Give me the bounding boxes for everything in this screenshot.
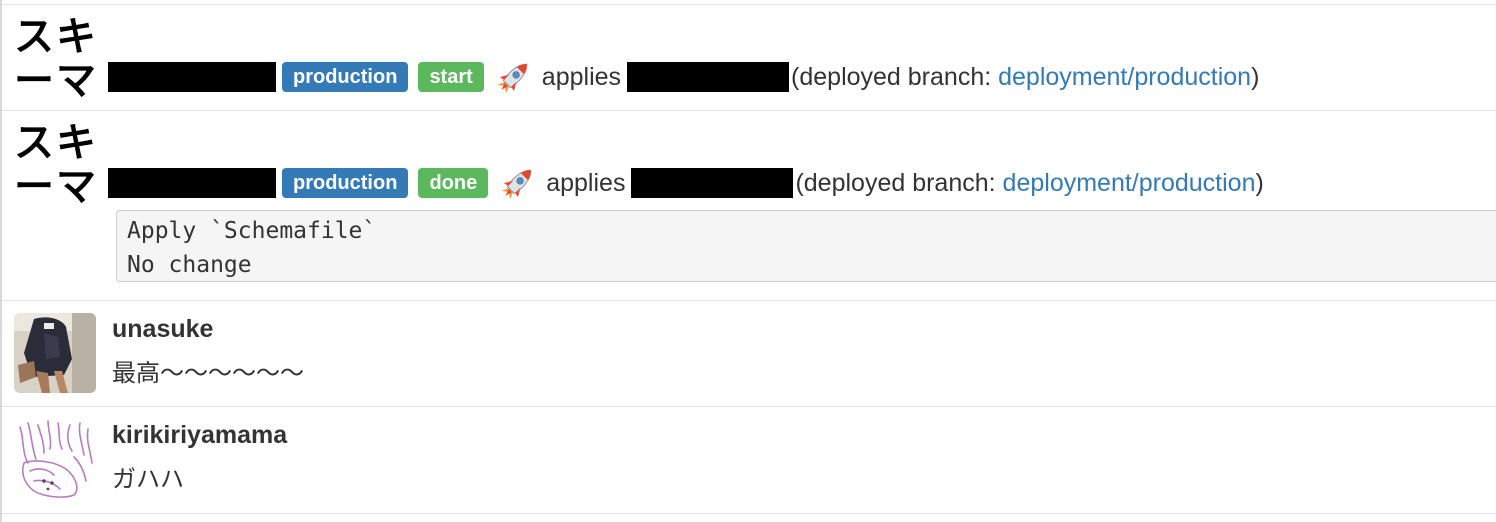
output-line: Apply `Schemafile` <box>127 218 377 244</box>
redacted-username <box>108 168 276 198</box>
message-deploy-done: スキ ーマ production done applies (deployed … <box>2 111 1496 301</box>
branch-link[interactable]: deployment/production <box>1003 169 1256 198</box>
user-photo-avatar <box>14 313 96 393</box>
rocket-icon <box>497 63 528 94</box>
output-line: No change <box>127 252 252 278</box>
bot-avatar[interactable]: スキ ーマ <box>14 121 104 211</box>
environment-badge: production <box>282 168 409 198</box>
deploy-message: production done applies (deployed branch… <box>108 165 1264 201</box>
message-deploy-start: スキ ーマ production start applies (deployed… <box>2 5 1496 111</box>
message-comment: unasuke 最高〜〜〜〜〜〜 <box>2 301 1496 407</box>
bot-avatar-line: スキ <box>14 14 98 60</box>
redacted-username <box>108 62 276 92</box>
bot-avatar-line: ーマ <box>14 58 98 104</box>
rocket-icon <box>501 169 532 200</box>
status-badge: start <box>418 62 484 92</box>
user-avatar-photo[interactable] <box>14 313 96 393</box>
chat-timeline: スキ ーマ production start applies (deployed… <box>0 0 1496 522</box>
branch-prefix: (deployed branch: <box>791 62 999 91</box>
message-comment: kirikiriyamama ガハハ <box>2 407 1496 514</box>
sketch-drawing-avatar <box>14 419 96 499</box>
redacted-target <box>631 168 794 198</box>
branch-suffix: ) <box>1255 168 1264 197</box>
branch-link[interactable]: deployment/production <box>998 63 1251 92</box>
action-text: applies <box>541 62 622 91</box>
comment-text: ガハハ <box>112 466 184 493</box>
bot-avatar-line: ーマ <box>14 164 98 210</box>
branch-prefix: (deployed branch: <box>795 168 1003 197</box>
environment-badge: production <box>282 62 409 92</box>
status-badge: done <box>418 168 489 198</box>
comment-username[interactable]: kirikiriyamama <box>112 421 287 450</box>
redacted-target <box>627 62 790 92</box>
comment-username[interactable]: unasuke <box>112 315 213 344</box>
branch-suffix: ) <box>1251 62 1260 91</box>
bot-avatar[interactable]: スキ ーマ <box>14 15 104 105</box>
user-avatar-sketch[interactable] <box>14 419 96 499</box>
deploy-message: production start applies (deployed branc… <box>108 59 1259 95</box>
bot-avatar-line: スキ <box>14 120 98 166</box>
comment-text: 最高〜〜〜〜〜〜 <box>112 360 304 387</box>
deploy-output-block: Apply `Schemafile` No change <box>116 210 1496 282</box>
action-text: applies <box>546 168 626 197</box>
